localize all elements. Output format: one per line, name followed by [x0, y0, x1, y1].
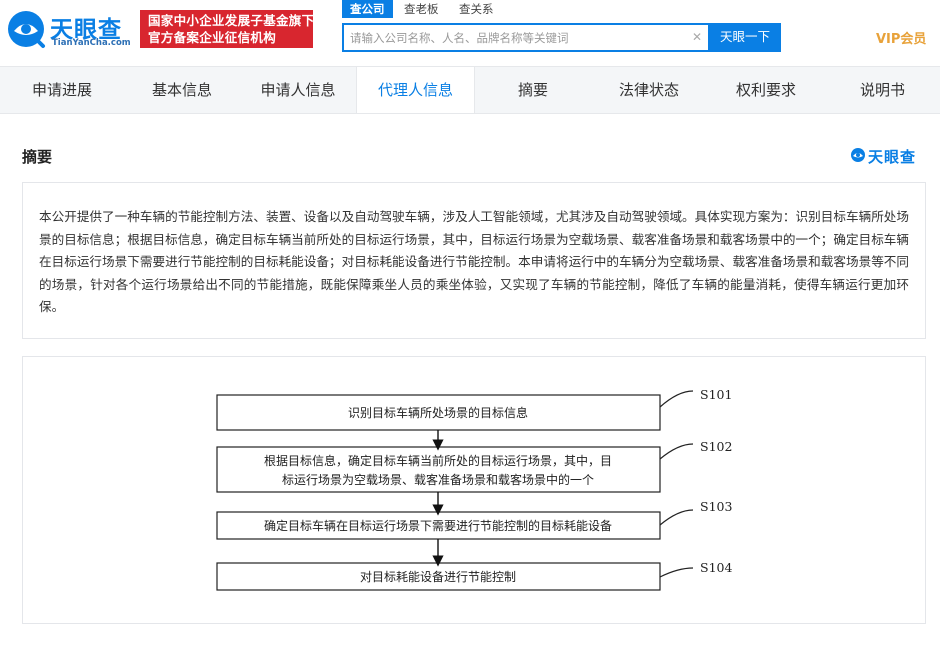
- tianyancha-small-icon: [851, 148, 865, 162]
- badge-line-2: 官方备案企业征信机构: [148, 30, 277, 45]
- clear-icon[interactable]: ✕: [692, 30, 702, 44]
- flow-step-label-1: S101: [700, 387, 732, 402]
- tab-agent-info[interactable]: 代理人信息: [356, 67, 475, 113]
- section-brand: 天眼查: [850, 146, 926, 166]
- tianyancha-logo-icon: [8, 11, 45, 48]
- flow-step-text-2b: 标运行场景为空载场景、载客准备场景和载客场景中的一个: [282, 472, 594, 487]
- flow-step-text-4: 对目标耗能设备进行节能控制: [360, 570, 516, 584]
- abstract-text: 本公开提供了一种车辆的节能控制方法、装置、设备以及自动驾驶车辆，涉及人工智能领域…: [39, 209, 909, 314]
- flow-step-text-3: 确定目标车辆在目标运行场景下需要进行节能控制的目标耗能设备: [264, 518, 612, 533]
- flow-leader-2: [659, 443, 694, 460]
- vip-link[interactable]: VIP会员: [876, 28, 926, 47]
- abstract-panel: 本公开提供了一种车辆的节能控制方法、装置、设备以及自动驾驶车辆，涉及人工智能领域…: [22, 182, 926, 339]
- site-logo[interactable]: 天眼查 TianYanCha.com: [6, 9, 131, 51]
- section-title: 摘要: [22, 148, 53, 166]
- search-tab-relation[interactable]: 查关系: [459, 0, 494, 18]
- flow-step-text-1: 识别目标车辆所处场景的目标信息: [348, 405, 528, 420]
- flow-step-text-2a: 根据目标信息，确定目标车辆当前所处的目标运行场景，其中，目: [264, 453, 612, 468]
- official-badge: 国家中小企业发展子基金旗下 官方备案企业征信机构: [140, 10, 315, 48]
- logo-domain: TianYanCha.com: [52, 38, 131, 48]
- tab-legal-status[interactable]: 法律状态: [591, 67, 707, 113]
- search-box: ✕: [342, 23, 710, 52]
- flowchart: S101 S102 S103 S104 识别目标车辆所处场景的目标信息 根据目标…: [216, 387, 732, 591]
- abstract-figure: S101 S102 S103 S104 识别目标车辆所处场景的目标信息 根据目标…: [22, 356, 926, 624]
- flow-step-label-4: S104: [700, 560, 732, 575]
- tab-abstract[interactable]: 摘要: [475, 67, 591, 113]
- tab-description[interactable]: 说明书: [825, 67, 940, 113]
- flow-leader-3: [659, 509, 694, 526]
- search-input[interactable]: [350, 29, 680, 47]
- flow-step-label-3: S103: [700, 499, 732, 514]
- detail-nav: 申请进展 基本信息 申请人信息 代理人信息 摘要 法律状态 权利要求 说明书: [0, 66, 940, 114]
- search-tab-company[interactable]: 查公司: [342, 0, 393, 18]
- search-tab-boss[interactable]: 查老板: [404, 0, 439, 18]
- flow-leader-4: [659, 567, 694, 578]
- tab-applicant-info[interactable]: 申请人信息: [240, 67, 356, 113]
- tab-claims[interactable]: 权利要求: [707, 67, 825, 113]
- section-brand-text: 天眼查: [868, 148, 917, 166]
- tab-application-progress[interactable]: 申请进展: [0, 67, 124, 113]
- search-button[interactable]: 天眼一下: [709, 23, 781, 52]
- flow-step-label-2: S102: [700, 439, 732, 454]
- badge-line-1: 国家中小企业发展子基金旗下: [148, 13, 315, 28]
- site-header: 天眼查 TianYanCha.com 国家中小企业发展子基金旗下 官方备案企业征…: [0, 0, 940, 66]
- tab-basic-info[interactable]: 基本信息: [124, 67, 240, 113]
- flow-leader-1: [659, 390, 694, 408]
